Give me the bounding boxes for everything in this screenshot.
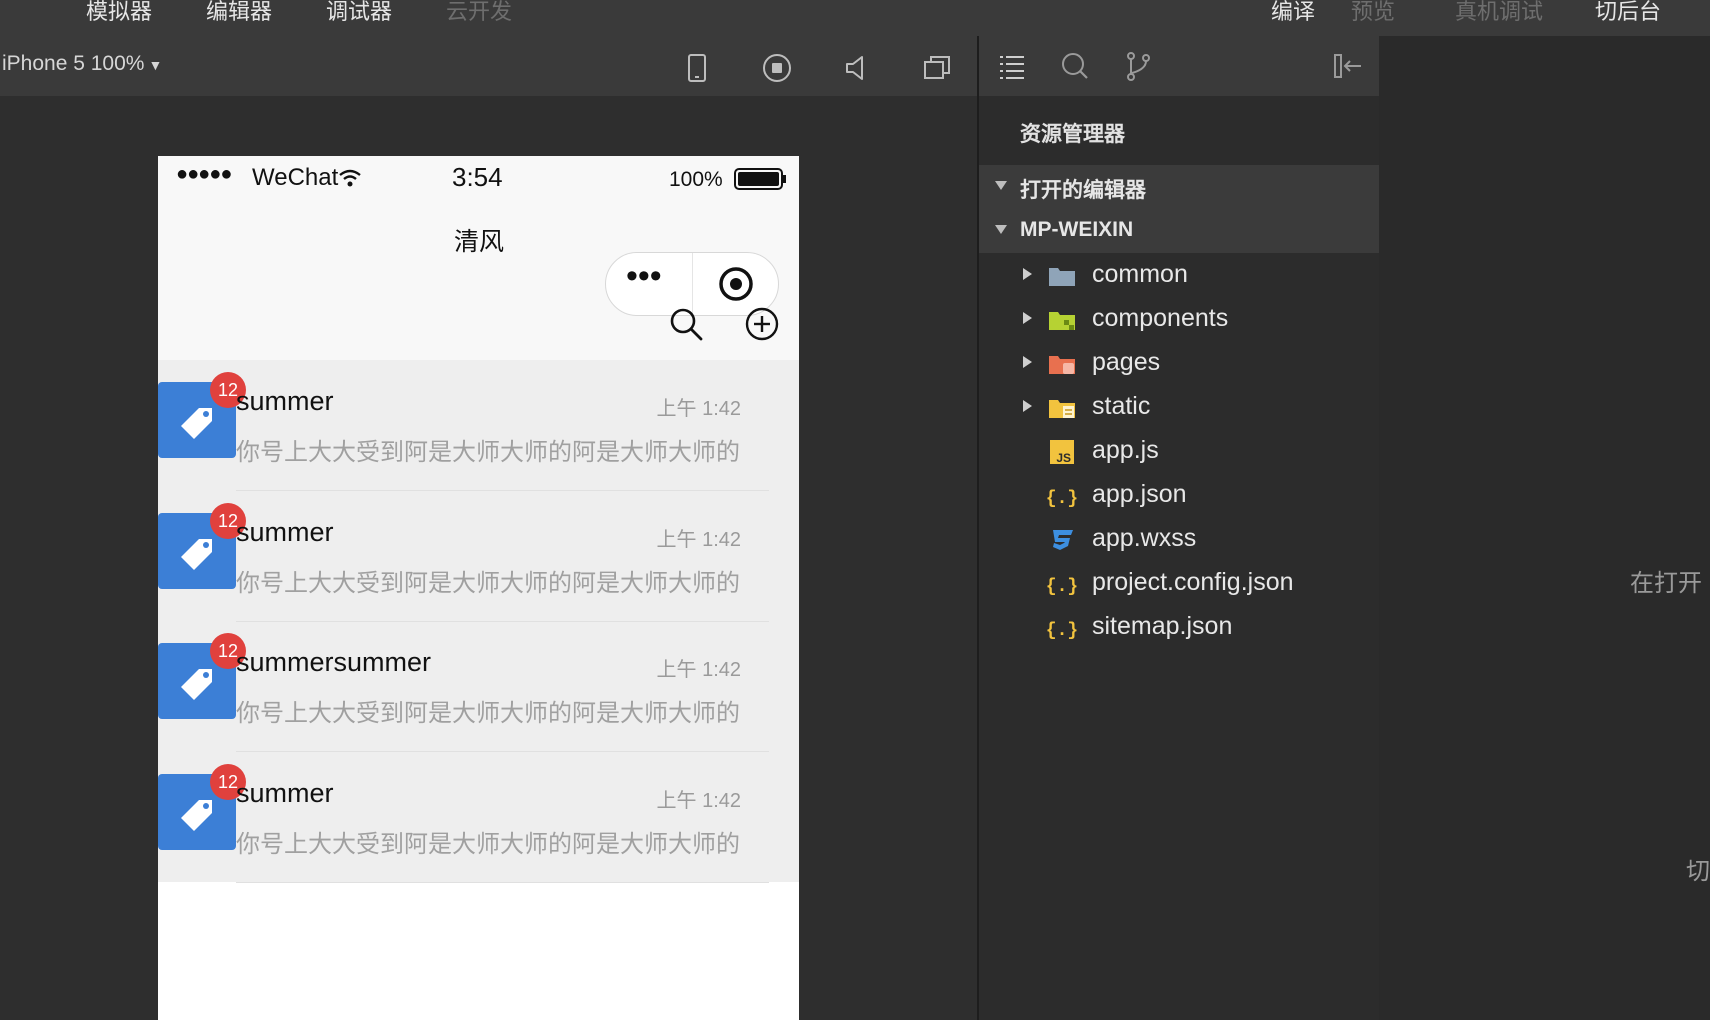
file-name: components — [1092, 304, 1229, 332]
battery-percent: 100% — [669, 168, 723, 191]
triangle-right-icon — [1023, 400, 1032, 412]
js-file-icon: JS — [1050, 440, 1074, 465]
svg-text:{.}: {.} — [1047, 621, 1077, 641]
file-name: app.wxss — [1092, 524, 1197, 552]
cloud-dev-tab[interactable]: 云开发 — [446, 0, 512, 26]
file-name: app.js — [1092, 436, 1159, 464]
close-target-icon[interactable] — [718, 266, 754, 302]
chat-name: summersummer — [236, 647, 432, 677]
chat-item[interactable]: 12 summer 上午 1:42 你号上大大受到阿是大师大师的阿是大师大师的 — [158, 491, 799, 622]
chat-preview: 你号上大大受到阿是大师大师的阿是大师大师的 — [236, 831, 740, 858]
row-divider — [236, 882, 769, 883]
signal-dots: ●●●●● — [176, 163, 232, 185]
open-editors-section[interactable]: 打开的编辑器 — [979, 165, 1379, 209]
chat-preview: 你号上大大受到阿是大师大师的阿是大师大师的 — [236, 570, 740, 597]
preview-button[interactable]: 预览 — [1351, 0, 1395, 26]
explorer-panel: 资源管理器 打开的编辑器 MP-WEIXIN common components… — [979, 36, 1379, 1020]
static-folder-icon — [1049, 400, 1075, 418]
editor-hint-switch: 切 — [1686, 858, 1710, 885]
components-folder-icon — [1049, 312, 1075, 330]
new-window-icon[interactable] — [920, 51, 954, 85]
project-section[interactable]: MP-WEIXIN — [979, 209, 1379, 253]
chat-item[interactable]: 12 summersummer 上午 1:42 你号上大大受到阿是大师大师的阿是… — [158, 621, 799, 752]
simulator-header: iPhone 5 100% ▼ — [0, 36, 977, 96]
tree-item-common[interactable]: common — [979, 254, 1379, 298]
tree-item-components[interactable]: components — [979, 298, 1379, 342]
carrier-label: WeChat — [252, 164, 339, 191]
status-time: 3:54 — [452, 162, 503, 192]
explorer-toolbar — [979, 36, 1379, 96]
remote-debug-button[interactable]: 真机调试 — [1455, 0, 1543, 26]
chat-name: summer — [236, 386, 334, 416]
css-file-icon — [1053, 530, 1073, 550]
svg-text:{.}: {.} — [1047, 489, 1077, 509]
triangle-down-icon — [995, 225, 1007, 234]
more-icon[interactable]: ••• — [626, 257, 662, 296]
simulator-tab[interactable]: 模拟器 — [86, 0, 152, 26]
triangle-down-icon — [995, 181, 1007, 190]
status-bar: ●●●●● WeChat 3:54 100% — [158, 156, 799, 200]
json-file-icon: {.} — [1047, 577, 1077, 597]
file-name: static — [1092, 392, 1151, 420]
stop-record-icon[interactable] — [760, 51, 794, 85]
file-name: sitemap.json — [1092, 612, 1233, 640]
json-file-icon: {.} — [1047, 489, 1077, 509]
explorer-title: 资源管理器 — [1020, 123, 1125, 146]
source-control-icon[interactable] — [1121, 49, 1155, 83]
chat-item[interactable]: 12 summer 上午 1:42 你号上大大受到阿是大师大师的阿是大师大师的 — [158, 752, 799, 883]
chat-item[interactable]: 12 summer 上午 1:42 你号上大大受到阿是大师大师的阿是大师大师的 — [158, 360, 799, 491]
triangle-right-icon — [1023, 268, 1032, 280]
chat-preview: 你号上大大受到阿是大师大师的阿是大师大师的 — [236, 700, 740, 727]
tree-item-app-wxss[interactable]: app.wxss — [979, 518, 1379, 562]
phone-icon[interactable] — [680, 51, 714, 85]
editor-pane: 在打开 切 — [1379, 36, 1710, 1020]
search-icon[interactable] — [1058, 49, 1092, 83]
device-label: iPhone 5 100% — [2, 52, 145, 75]
chat-time: 上午 1:42 — [656, 529, 741, 551]
chevron-down-icon: ▼ — [148, 57, 163, 73]
section-label: 打开的编辑器 — [1020, 179, 1146, 202]
svg-text:{.}: {.} — [1047, 577, 1077, 597]
triangle-right-icon — [1023, 312, 1032, 324]
file-name: project.config.json — [1092, 568, 1294, 596]
chat-name: summer — [236, 778, 334, 808]
chat-list: 12 summer 上午 1:42 你号上大大受到阿是大师大师的阿是大师大师的 … — [158, 360, 799, 883]
editor-hint-open: 在打开 — [1630, 570, 1702, 597]
pages-folder-icon — [1049, 356, 1075, 374]
chat-name: summer — [236, 517, 334, 547]
chat-time: 上午 1:42 — [656, 659, 741, 681]
background-button[interactable]: 切后台 — [1595, 0, 1661, 26]
json-file-icon: {.} — [1047, 621, 1077, 641]
compile-button[interactable]: 编译 — [1271, 0, 1315, 26]
collapse-panel-icon[interactable] — [1331, 49, 1365, 83]
tree-item-pages[interactable]: pages — [979, 342, 1379, 386]
tree-item-project-config[interactable]: {.} project.config.json — [979, 562, 1379, 606]
nav-title: 清风 — [454, 228, 505, 256]
file-name: app.json — [1092, 480, 1187, 508]
file-name: common — [1092, 260, 1188, 288]
search-icon[interactable] — [668, 306, 704, 342]
folder-icon — [1049, 268, 1075, 286]
tree-item-app-json[interactable]: {.} app.json — [979, 474, 1379, 518]
editor-tab[interactable]: 编辑器 — [206, 0, 272, 26]
phone-screen: ●●●●● WeChat 3:54 100% 清风 ••• 12 summer … — [158, 156, 799, 1020]
tree-item-app-js[interactable]: JS app.js — [979, 430, 1379, 474]
list-icon[interactable] — [995, 49, 1029, 83]
section-label: MP-WEIXIN — [1020, 218, 1134, 241]
chat-time: 上午 1:42 — [656, 790, 741, 812]
chat-preview: 你号上大大受到阿是大师大师的阿是大师大师的 — [236, 439, 740, 466]
tree-item-sitemap[interactable]: {.} sitemap.json — [979, 606, 1379, 650]
speaker-icon[interactable] — [840, 51, 874, 85]
device-select[interactable]: iPhone 5 100% ▼ — [2, 52, 162, 76]
wifi-icon — [339, 169, 361, 187]
debugger-tab[interactable]: 调试器 — [326, 0, 392, 26]
triangle-right-icon — [1023, 356, 1032, 368]
svg-text:JS: JS — [1056, 451, 1071, 465]
tree-item-static[interactable]: static — [979, 386, 1379, 430]
file-name: pages — [1092, 348, 1161, 376]
battery-icon — [734, 168, 786, 190]
chat-time: 上午 1:42 — [656, 398, 741, 420]
top-toolbar: 模拟器 编辑器 调试器 云开发 编译 预览 真机调试 切后台 — [0, 0, 1710, 36]
add-icon[interactable] — [744, 306, 780, 342]
